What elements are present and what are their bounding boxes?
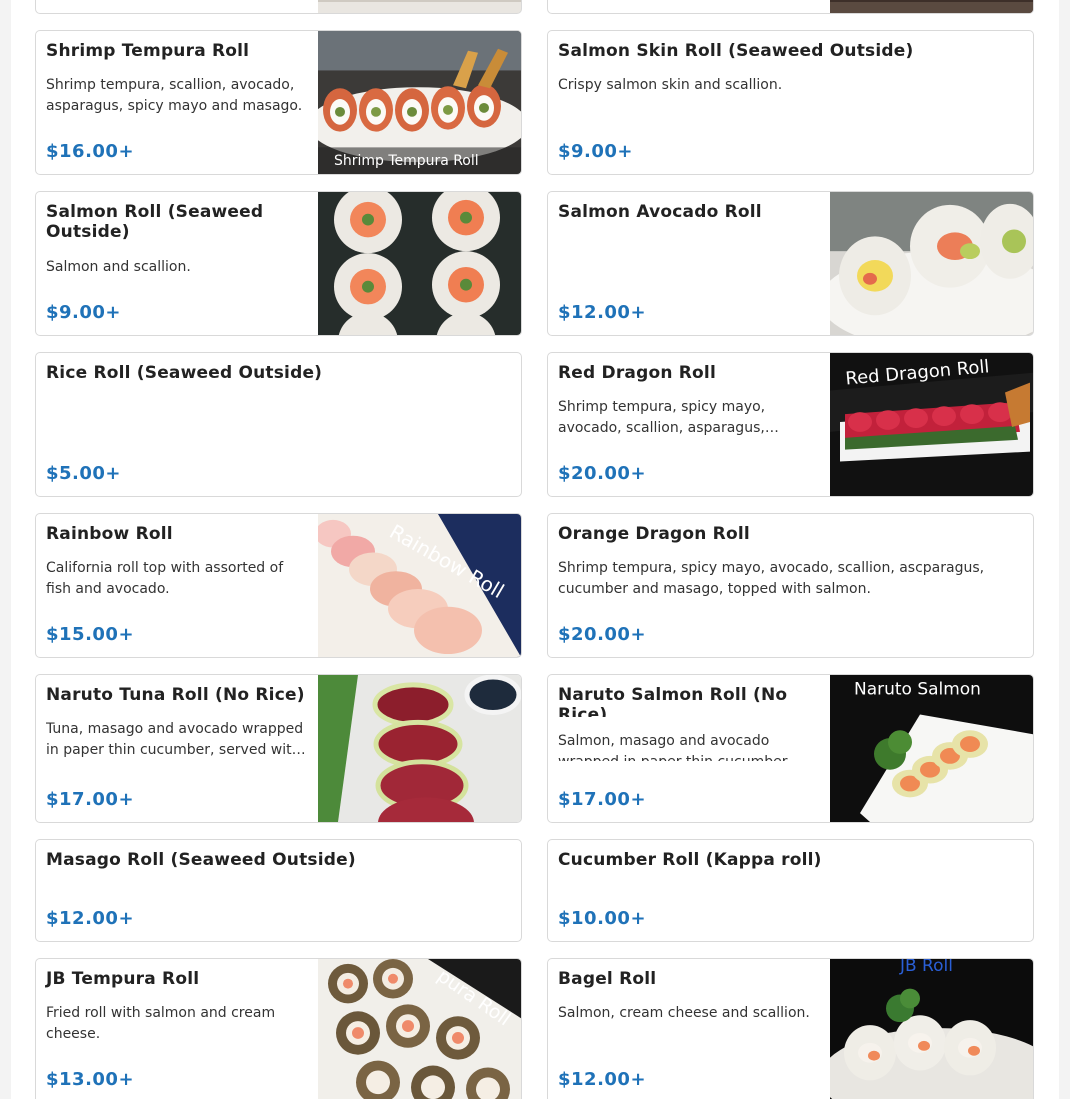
menu-item-card-salmon-roll[interactable]: Salmon Roll (Seaweed Outside) Salmon and… (35, 191, 522, 336)
menu-item-price: $16.00+ (46, 141, 135, 162)
menu-item-card-naruto-tuna-roll[interactable]: Naruto Tuna Roll (No Rice) Tuna, masago … (35, 674, 522, 823)
menu-item-price: $17.00+ (558, 789, 647, 810)
menu-item-card-rainbow-roll[interactable]: Rainbow Roll California roll top with as… (35, 513, 522, 658)
menu-item-price: $20.00+ (558, 624, 647, 645)
menu-item-title: Salmon Avocado Roll (558, 202, 762, 222)
menu-item-price: $20.00+ (558, 463, 647, 484)
menu-item-title: Red Dragon Roll (558, 363, 716, 383)
menu-item-card-masago-roll[interactable]: Masago Roll (Seaweed Outside) $12.00+ (35, 839, 522, 942)
menu-item-price: $9.00+ (46, 302, 122, 323)
menu-item-title: JB Tempura Roll (46, 969, 200, 989)
menu-item-image: JB Roll (830, 959, 1033, 1099)
menu-item-title: Orange Dragon Roll (558, 524, 750, 544)
menu-item-card-bagel-roll[interactable]: Bagel Roll Salmon, cream cheese and scal… (547, 958, 1034, 1099)
menu-item-card-rice-roll[interactable]: Rice Roll (Seaweed Outside) $5.00+ (35, 352, 522, 497)
menu-item-card-naruto-salmon-roll[interactable]: Naruto Salmon Roll (No Rice) Salmon, mas… (547, 674, 1034, 823)
menu-item-image (830, 192, 1033, 335)
menu-item-card-red-dragon-roll[interactable]: Red Dragon Roll Shrimp tempura, spicy ma… (547, 352, 1034, 497)
menu-item-card-cucumber-roll[interactable]: Cucumber Roll (Kappa roll) $10.00+ (547, 839, 1034, 942)
menu-item-image: pura Roll (318, 959, 521, 1099)
menu-item-title: Salmon Roll (Seaweed Outside) (46, 202, 264, 242)
menu-item-price: $5.00+ (46, 463, 122, 484)
menu-item-title: Cucumber Roll (Kappa roll) (558, 850, 822, 870)
menu-item-title: Shrimp Tempura Roll (46, 41, 250, 61)
menu-item-price: $9.00+ (558, 141, 634, 162)
menu-item-title: Naruto Tuna Roll (No Rice) (46, 685, 305, 705)
menu-page: Shrimp Tempura Roll Shrimp tempura, scal… (11, 0, 1059, 1099)
menu-item-title: Masago Roll (Seaweed Outside) (46, 850, 356, 870)
menu-item-card-jb-tempura-roll[interactable]: JB Tempura Roll Fried roll with salmon a… (35, 958, 522, 1099)
menu-item-price: $10.00+ (558, 908, 647, 929)
menu-item-description: Salmon, cream cheese and scallion. (558, 1005, 810, 1021)
menu-item-description: Salmon and scallion. (46, 259, 191, 275)
menu-item-description: Salmon, masago and avocado wrapped in pa… (558, 733, 788, 761)
menu-item-description: Fried roll with salmon and cream cheese. (46, 1005, 276, 1042)
menu-item-image (318, 675, 521, 822)
menu-item-description: Crispy salmon skin and scallion. (558, 77, 783, 93)
menu-item-image (830, 0, 1033, 13)
menu-item-image: Rainbow Roll (318, 514, 521, 657)
menu-item-title: Rice Roll (Seaweed Outside) (46, 363, 323, 383)
menu-item-image (318, 0, 521, 13)
menu-item-description: Shrimp tempura, scallion, avocado, aspar… (46, 77, 303, 114)
menu-item-title: Naruto Salmon Roll (No Rice) (558, 685, 788, 717)
menu-item-price: $13.00+ (46, 1069, 135, 1090)
menu-item-price: $12.00+ (558, 302, 647, 323)
menu-item-price: $15.00+ (46, 624, 135, 645)
menu-item-image-caption: JB Roll (899, 959, 953, 975)
menu-item-card-partial-right[interactable] (547, 0, 1034, 14)
menu-item-card-salmon-skin-roll[interactable]: Salmon Skin Roll (Seaweed Outside) Crisp… (547, 30, 1034, 175)
menu-item-title: Salmon Skin Roll (Seaweed Outside) (558, 41, 914, 61)
menu-item-description: Shrimp tempura, spicy mayo, avocado, sca… (558, 399, 779, 436)
menu-item-image: Red Dragon Roll (830, 353, 1033, 496)
menu-item-price: $12.00+ (46, 908, 135, 929)
menu-item-image (318, 192, 521, 335)
menu-item-description: California roll top with assorted of fis… (46, 560, 284, 597)
menu-item-description: Shrimp tempura, spicy mayo, avocado, sca… (558, 560, 985, 597)
menu-item-title: Bagel Roll (558, 969, 657, 989)
menu-item-card-orange-dragon-roll[interactable]: Orange Dragon Roll Shrimp tempura, spicy… (547, 513, 1034, 658)
menu-item-image-caption: Shrimp Tempura Roll (334, 153, 479, 169)
menu-item-image: Naruto Salmon (830, 675, 1033, 822)
menu-item-price: $17.00+ (46, 789, 135, 810)
menu-item-image-caption: Naruto Salmon (854, 679, 981, 699)
menu-item-description: Tuna, masago and avocado wrapped in pape… (46, 721, 306, 758)
menu-item-card-salmon-avocado-roll[interactable]: Salmon Avocado Roll $12.00+ (547, 191, 1034, 336)
menu-item-card-shrimp-tempura-roll[interactable]: Shrimp Tempura Roll Shrimp tempura, scal… (35, 30, 522, 175)
menu-item-title: Rainbow Roll (46, 524, 173, 544)
menu-item-image: Shrimp Tempura Roll (318, 31, 521, 174)
menu-item-price: $12.00+ (558, 1069, 647, 1090)
menu-item-card-partial-left[interactable] (35, 0, 522, 14)
